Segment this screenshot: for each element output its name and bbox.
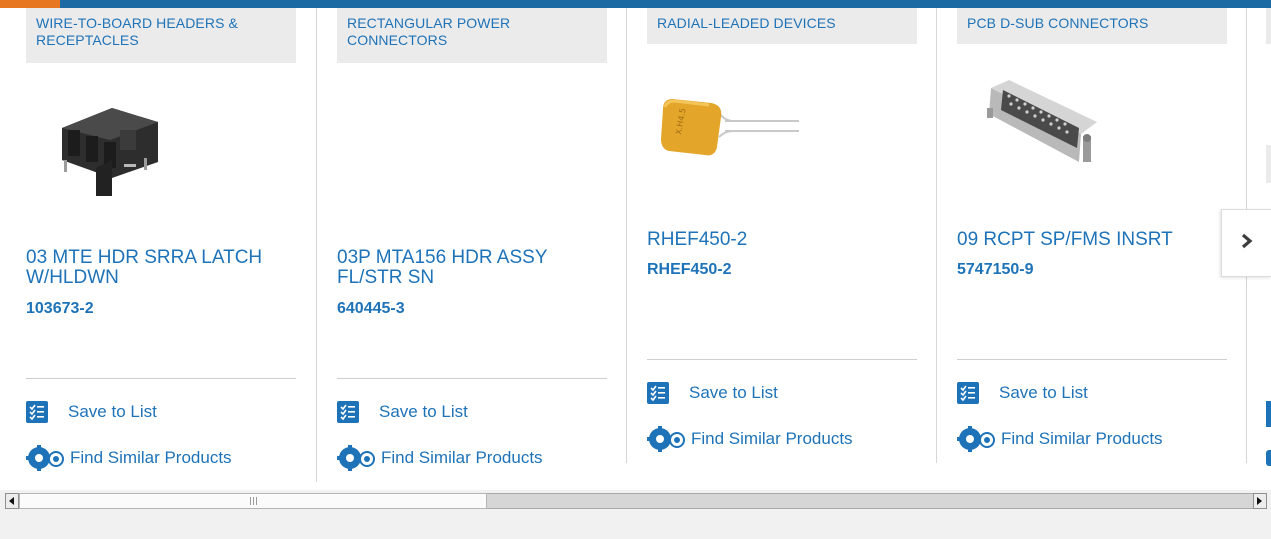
card-separator <box>626 8 627 463</box>
checklist-icon <box>26 401 48 423</box>
card-separator <box>316 8 317 482</box>
find-similar-products-button[interactable]: Find Similar Products <box>957 426 1163 452</box>
gears-icon <box>957 426 997 452</box>
save-to-list-label: Save to List <box>68 402 157 421</box>
card-divider <box>337 378 607 379</box>
find-similar-products-button[interactable]: Find Similar Products <box>26 445 232 471</box>
product-title-link[interactable]: 03 MTE HDR SRRA LATCH W/HLDWN <box>26 248 294 288</box>
gears-icon <box>1266 450 1271 466</box>
scroll-right-button[interactable] <box>1253 493 1267 509</box>
scroll-left-icon <box>9 492 15 510</box>
product-category-label <box>1266 8 1271 44</box>
product-title-link[interactable]: 03P MTA156 HDR ASSY FL/STR SN <box>337 248 605 288</box>
product-category-label[interactable]: RECTANGULAR POWER CONNECTORS <box>337 8 607 63</box>
card-divider <box>26 378 296 379</box>
product-card: RADIAL-LEADED DEVICES X.H4.5 RHEF450-2 R… <box>647 8 917 482</box>
carousel-next-button[interactable] <box>1221 209 1271 277</box>
top-accent-bar <box>0 0 1271 8</box>
gears-icon <box>337 445 377 471</box>
product-title-link[interactable]: 09 RCPT SP/FMS INSRT <box>957 230 1225 250</box>
part-number-link[interactable]: RHEF450-2 <box>647 261 731 279</box>
product-category-label[interactable]: PCB D-SUB CONNECTORS <box>957 8 1227 44</box>
product-image[interactable] <box>987 78 1099 166</box>
part-number-link[interactable]: 103673-2 <box>26 300 94 318</box>
save-to-list-label: Save to List <box>999 383 1088 402</box>
product-image[interactable]: X.H4.5 <box>659 93 799 163</box>
save-to-list-button[interactable]: Save to List <box>337 401 468 423</box>
card-separator <box>936 8 937 463</box>
find-similar-label: Find Similar Products <box>691 429 853 448</box>
find-similar-label: Find Similar Products <box>70 448 232 467</box>
part-number-link[interactable]: 5747150-9 <box>957 261 1034 279</box>
find-similar-label: Find Similar Products <box>381 448 543 467</box>
checklist-icon <box>337 401 359 423</box>
active-indicator <box>0 0 60 8</box>
window-bottom-band <box>0 512 1271 539</box>
chevron-right-icon <box>1240 233 1254 254</box>
find-similar-products-button[interactable]: Find Similar Products <box>337 445 543 471</box>
grip-line <box>252 497 254 505</box>
scroll-left-button[interactable] <box>5 493 19 509</box>
scrollbar-thumb[interactable] <box>19 493 487 509</box>
scroll-right-icon <box>1257 492 1263 510</box>
grip-line <box>249 497 251 505</box>
product-image[interactable] <box>54 100 164 200</box>
gears-icon <box>647 426 687 452</box>
checklist-icon <box>1266 401 1271 427</box>
save-to-list-label: Save to List <box>689 383 778 402</box>
product-category-label[interactable]: RADIAL-LEADED DEVICES <box>647 8 917 44</box>
save-to-list-button[interactable]: Save to List <box>647 382 778 404</box>
grip-line <box>255 497 257 505</box>
product-category-label[interactable]: WIRE-TO-BOARD HEADERS & RECEPTACLES <box>26 8 296 63</box>
product-card: PCB D-SUB CONNECTORS 09 RCPT SP/FMS INSR… <box>957 8 1227 482</box>
find-similar-label: Find Similar Products <box>1001 429 1163 448</box>
product-card: WIRE-TO-BOARD HEADERS & RECEPTACLES 03 M… <box>26 8 296 482</box>
save-to-list-button[interactable]: Save to List <box>26 401 157 423</box>
save-to-list-button[interactable]: Save to List <box>957 382 1088 404</box>
horizontal-scrollbar[interactable] <box>0 490 1271 512</box>
gears-icon <box>26 445 66 471</box>
find-similar-products-button[interactable]: Find Similar Products <box>647 426 853 452</box>
card-divider <box>957 359 1227 360</box>
card-divider <box>647 359 917 360</box>
product-card: RECTANGULAR POWER CONNECTORS 03P MTA156 … <box>337 8 607 482</box>
save-to-list-label: Save to List <box>379 402 468 421</box>
product-image <box>1266 145 1271 183</box>
product-title-link[interactable]: RHEF450-2 <box>647 230 915 250</box>
part-number-link[interactable]: 640445-3 <box>337 300 405 318</box>
product-carousel: WIRE-TO-BOARD HEADERS & RECEPTACLES 03 M… <box>0 8 1271 490</box>
checklist-icon <box>957 382 979 404</box>
checklist-icon <box>647 382 669 404</box>
